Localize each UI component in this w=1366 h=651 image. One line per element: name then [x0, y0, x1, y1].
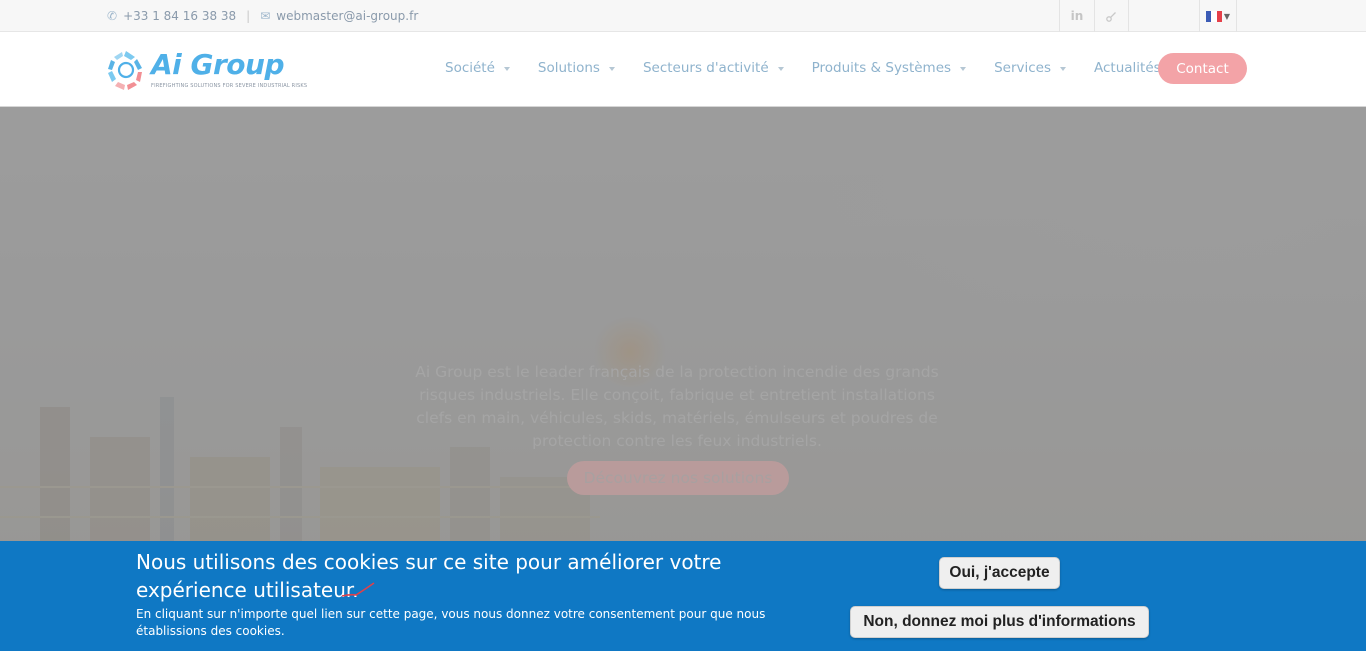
- nav-label: Secteurs d'activité: [642, 60, 769, 76]
- france-flag-icon: [1205, 10, 1222, 22]
- cookie-banner: Nous utilisons des cookies sur ce site p…: [0, 541, 1366, 651]
- main-nav: Société Solutions Secteurs d'activité Pr…: [445, 60, 1189, 76]
- nav-label: Produits & Systèmes: [811, 60, 952, 76]
- language-selector[interactable]: ▼: [1199, 0, 1237, 32]
- more-info-button[interactable]: Non, donnez moi plus d'informations: [850, 606, 1149, 638]
- nav-label: Société: [445, 60, 495, 76]
- nav-label: Actualités: [1094, 60, 1161, 76]
- chevron-down-icon: [608, 67, 615, 71]
- separator: |: [246, 9, 251, 23]
- nav-item-societe[interactable]: Société: [445, 60, 510, 76]
- chevron-down-icon: [1060, 67, 1066, 71]
- hero-text: Ai Group est le leader français de la pr…: [415, 363, 939, 450]
- chevron-down-icon: [960, 67, 967, 71]
- logo-mark-icon: [108, 51, 142, 90]
- nav-item-produits[interactable]: Produits & Systèmes: [811, 60, 967, 76]
- hero-banner: Ai Group est le leader français de la pr…: [0, 107, 1366, 547]
- logo-name: Ai Group: [151, 48, 285, 81]
- nav-item-solutions[interactable]: Solutions: [538, 60, 615, 76]
- rss-icon[interactable]: [1094, 0, 1129, 32]
- cookie-title: Nous utilisons des cookies sur ce site p…: [136, 550, 722, 602]
- spellcheck-underline: [341, 582, 375, 597]
- top-bar: ✆ +33 1 84 16 38 38 | ✉ webmaster@ai-gro…: [0, 0, 1366, 32]
- email-link[interactable]: webmaster@ai-group.fr: [276, 9, 418, 23]
- envelope-icon: ✉: [260, 9, 271, 23]
- accept-cookies-button[interactable]: Oui, j'accepte: [939, 557, 1060, 589]
- main-header: Ai Group FIREFIGHTING SOLUTIONS FOR SEVE…: [0, 32, 1366, 107]
- linkedin-icon[interactable]: in: [1059, 0, 1094, 32]
- nav-label: Services: [994, 60, 1051, 76]
- nav-item-secteurs[interactable]: Secteurs d'activité: [643, 60, 784, 76]
- top-contact-info: ✆ +33 1 84 16 38 38 | ✉ webmaster@ai-gro…: [107, 9, 418, 23]
- phone-number[interactable]: +33 1 84 16 38 38: [123, 9, 236, 23]
- discover-solutions-button[interactable]: Découvrez nos solutions: [567, 461, 789, 495]
- phone-icon: ✆: [107, 9, 118, 23]
- chevron-down-icon: [777, 67, 784, 71]
- chevron-down-icon: [503, 67, 510, 71]
- nav-item-services[interactable]: Services: [994, 60, 1066, 76]
- cookie-description: En cliquant sur n'importe quel lien sur …: [136, 607, 766, 638]
- logo-tagline: FIREFIGHTING SOLUTIONS FOR SEVERE INDUST…: [151, 83, 308, 89]
- contact-button[interactable]: Contact: [1158, 53, 1247, 84]
- nav-item-actualites[interactable]: Actualités: [1094, 60, 1161, 76]
- logo[interactable]: Ai Group FIREFIGHTING SOLUTIONS FOR SEVE…: [107, 48, 312, 94]
- nav-label: Solutions: [537, 60, 600, 76]
- chevron-down-icon: ▼: [1223, 11, 1231, 21]
